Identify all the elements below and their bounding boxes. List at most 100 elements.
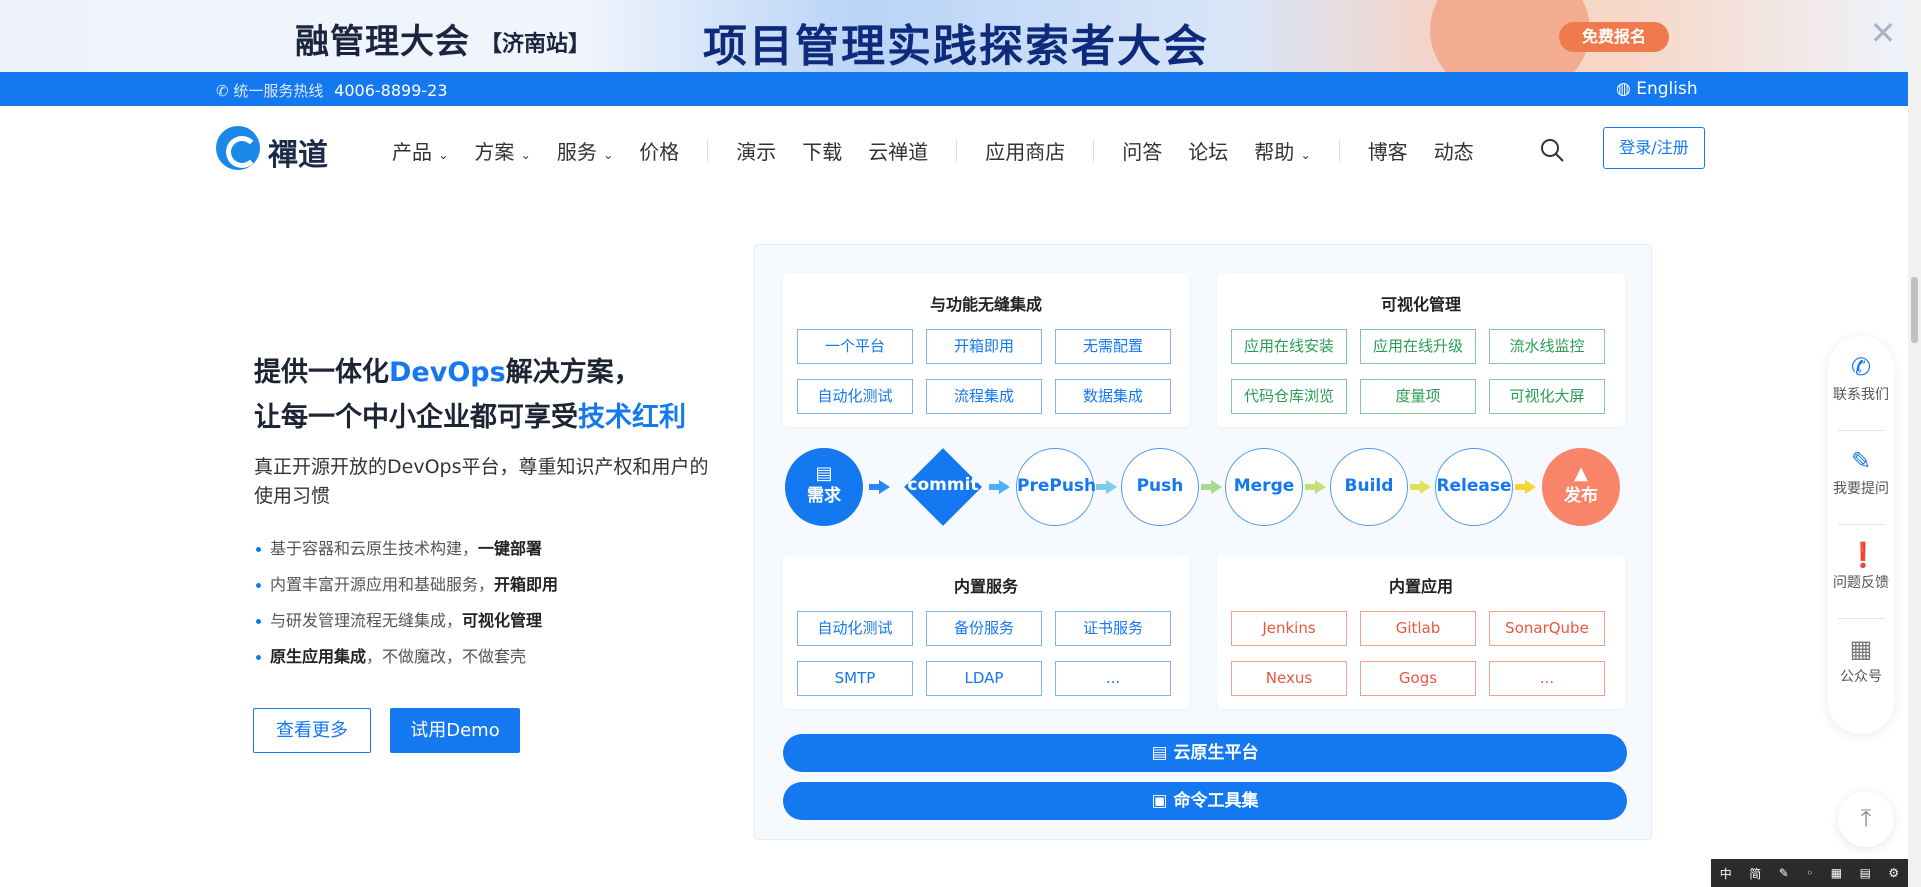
nav-divider xyxy=(1093,139,1095,162)
contact-us-button[interactable]: ✆ 联系我们 xyxy=(1828,354,1894,404)
card-title: 与功能无缝集成 xyxy=(929,295,1042,314)
flow-arrow xyxy=(869,480,891,494)
rocket-icon: ▲ xyxy=(1574,463,1588,484)
flow-commit: commit xyxy=(895,448,991,526)
ime-toolbar[interactable]: 中 简 ✎ ◦ ▦ ▤ ⚙ xyxy=(1711,859,1908,887)
tag: 一个平台 xyxy=(797,329,913,364)
card-title: 内置服务 xyxy=(953,577,1018,596)
server-icon: ▤ xyxy=(1151,743,1168,763)
main-nav: 禪道 产品 ⌄ 方案 ⌄ 服务 ⌄ 价格 演示 下载 云禅道 应用商店 问答 论… xyxy=(0,106,1908,190)
tag: Jenkins xyxy=(1231,611,1347,646)
tag: 备份服务 xyxy=(926,611,1042,646)
flow-arrow xyxy=(989,480,1011,494)
tag: ... xyxy=(1489,661,1605,696)
tag: 代码仓库浏览 xyxy=(1231,379,1347,414)
language-switch[interactable]: ◍ English xyxy=(1616,79,1698,99)
login-register-button[interactable]: 登录/注册 xyxy=(1603,127,1705,169)
list-item: 基于容器和云原生技术构建，一键部署 xyxy=(254,534,558,570)
site-logo[interactable]: 禪道 xyxy=(216,126,356,173)
flow-start: ▤ 需求 xyxy=(785,448,863,526)
chevron-down-icon: ⌄ xyxy=(520,148,531,162)
nav-item-service[interactable]: 服务 ⌄ xyxy=(557,136,613,165)
banner-close-icon[interactable]: ✕ xyxy=(1868,17,1898,49)
ime-charset[interactable]: 简 xyxy=(1749,865,1761,882)
list-item: 与研发管理流程无缝集成，可视化管理 xyxy=(254,606,558,642)
qrcode-icon: ▦ xyxy=(1849,635,1873,663)
nav-divider xyxy=(707,139,709,162)
chevron-down-icon: ⌄ xyxy=(438,148,449,162)
card-title: 可视化管理 xyxy=(1380,295,1461,314)
flow-arrow xyxy=(1515,480,1537,494)
nav-item-price[interactable]: 价格 xyxy=(639,136,679,165)
hero-description: 真正开源开放的DevOps平台，尊重知识产权和用户的使用习惯 xyxy=(254,456,709,507)
tag: 自动化测试 xyxy=(797,379,913,414)
logo-text: 禪道 xyxy=(268,138,328,173)
wechat-account-button[interactable]: ▦ 公众号 xyxy=(1828,636,1894,686)
flow-arrow xyxy=(1096,480,1118,494)
banner-city: 【济南站】 xyxy=(480,32,591,57)
view-more-button[interactable]: 查看更多 xyxy=(253,708,371,753)
banner-title: 项目管理实践探索者大会 xyxy=(703,21,1209,72)
tag: 开箱即用 xyxy=(926,329,1042,364)
tag: Nexus xyxy=(1231,661,1347,696)
flow-node-prepush: PrePush xyxy=(1016,448,1096,526)
devops-diagram: 与功能无缝集成 一个平台 开箱即用 无需配置 自动化测试 流程集成 数据集成 可… xyxy=(754,244,1652,840)
nav-item-news[interactable]: 动态 xyxy=(1434,136,1474,165)
keyboard-icon[interactable]: ▦ xyxy=(1831,866,1842,880)
feature-list: 基于容器和云原生技术构建，一键部署 内置丰富开源应用和基础服务，开箱即用 与研发… xyxy=(254,534,558,678)
settings-icon[interactable]: ⚙ xyxy=(1888,866,1899,880)
ime-mode[interactable]: 中 xyxy=(1720,865,1732,882)
tag: 应用在线安装 xyxy=(1231,329,1347,364)
scrollbar-thumb[interactable] xyxy=(1911,277,1918,343)
nav-item-cloud[interactable]: 云禅道 xyxy=(868,136,928,165)
tag: 自动化测试 xyxy=(797,611,913,646)
tag: 可视化大屏 xyxy=(1489,379,1605,414)
top-bar: ✆ 统一服务热线 4006-8899-23 ◍ English xyxy=(0,72,1908,106)
flow-node-build: Build xyxy=(1330,448,1408,526)
back-to-top-icon[interactable]: ⤒ xyxy=(1838,791,1894,847)
nav-item-appstore[interactable]: 应用商店 xyxy=(985,136,1065,165)
logo-mark-icon xyxy=(216,126,260,170)
banner-left-title: 融管理大会 xyxy=(295,22,470,62)
tag: 流程集成 xyxy=(926,379,1042,414)
feedback-button[interactable]: ❗ 问题反馈 xyxy=(1828,542,1894,592)
nav-item-qa[interactable]: 问答 xyxy=(1122,136,1162,165)
flow-arrow xyxy=(1410,480,1432,494)
card-builtin-apps: 内置应用 Jenkins Gitlab SonarQube Nexus Gogs… xyxy=(1217,555,1625,709)
promo-banner[interactable]: 融管理大会 【济南站】 项目管理实践探索者大会 免费报名 ✕ xyxy=(0,0,1908,72)
tag: SonarQube xyxy=(1489,611,1605,646)
nav-item-product[interactable]: 产品 ⌄ xyxy=(392,136,448,165)
brush-icon[interactable]: ✎ xyxy=(1779,866,1789,880)
tag: 无需配置 xyxy=(1055,329,1171,364)
tag: Gitlab xyxy=(1360,611,1476,646)
try-demo-button[interactable]: 试用Demo xyxy=(390,708,520,753)
nav-item-blog[interactable]: 博客 xyxy=(1368,136,1408,165)
nav-item-download[interactable]: 下载 xyxy=(802,136,842,165)
terminal-icon: ▣ xyxy=(1151,791,1168,811)
nav-item-help[interactable]: 帮助 ⌄ xyxy=(1254,136,1310,165)
hero-title: 提供一体化DevOps解决方案， 让每一个中小企业都可享受技术红利 xyxy=(254,357,686,433)
punctuation-icon[interactable]: ◦ xyxy=(1806,866,1813,880)
chevron-down-icon: ⌄ xyxy=(603,148,614,162)
nav-item-forum[interactable]: 论坛 xyxy=(1188,136,1228,165)
flow-arrow xyxy=(1305,480,1327,494)
flow-end: ▲ 发布 xyxy=(1542,448,1620,526)
chevron-down-icon: ⌄ xyxy=(1300,148,1311,162)
page-scrollbar[interactable] xyxy=(1908,0,1921,887)
alert-icon: ❗ xyxy=(1848,541,1878,569)
ask-question-button[interactable]: ✎ 我要提问 xyxy=(1828,448,1894,498)
hotline: ✆ 统一服务热线 4006-8899-23 xyxy=(216,80,448,101)
nav-item-demo[interactable]: 演示 xyxy=(736,136,776,165)
toolbox-icon[interactable]: ▤ xyxy=(1860,866,1871,880)
tag: LDAP xyxy=(926,661,1042,696)
tag: 流水线监控 xyxy=(1489,329,1605,364)
phone-icon: ✆ xyxy=(216,82,229,100)
clipboard-icon: ▤ xyxy=(815,463,833,484)
search-icon[interactable] xyxy=(1539,137,1565,163)
tag: 证书服务 xyxy=(1055,611,1171,646)
nav-item-solution[interactable]: 方案 ⌄ xyxy=(474,136,530,165)
banner-signup-button[interactable]: 免费报名 xyxy=(1559,22,1669,52)
flow-node-merge: Merge xyxy=(1225,448,1303,526)
edit-icon: ✎ xyxy=(1850,447,1872,475)
list-item: 原生应用集成，不做魔改，不做套壳 xyxy=(254,642,558,678)
